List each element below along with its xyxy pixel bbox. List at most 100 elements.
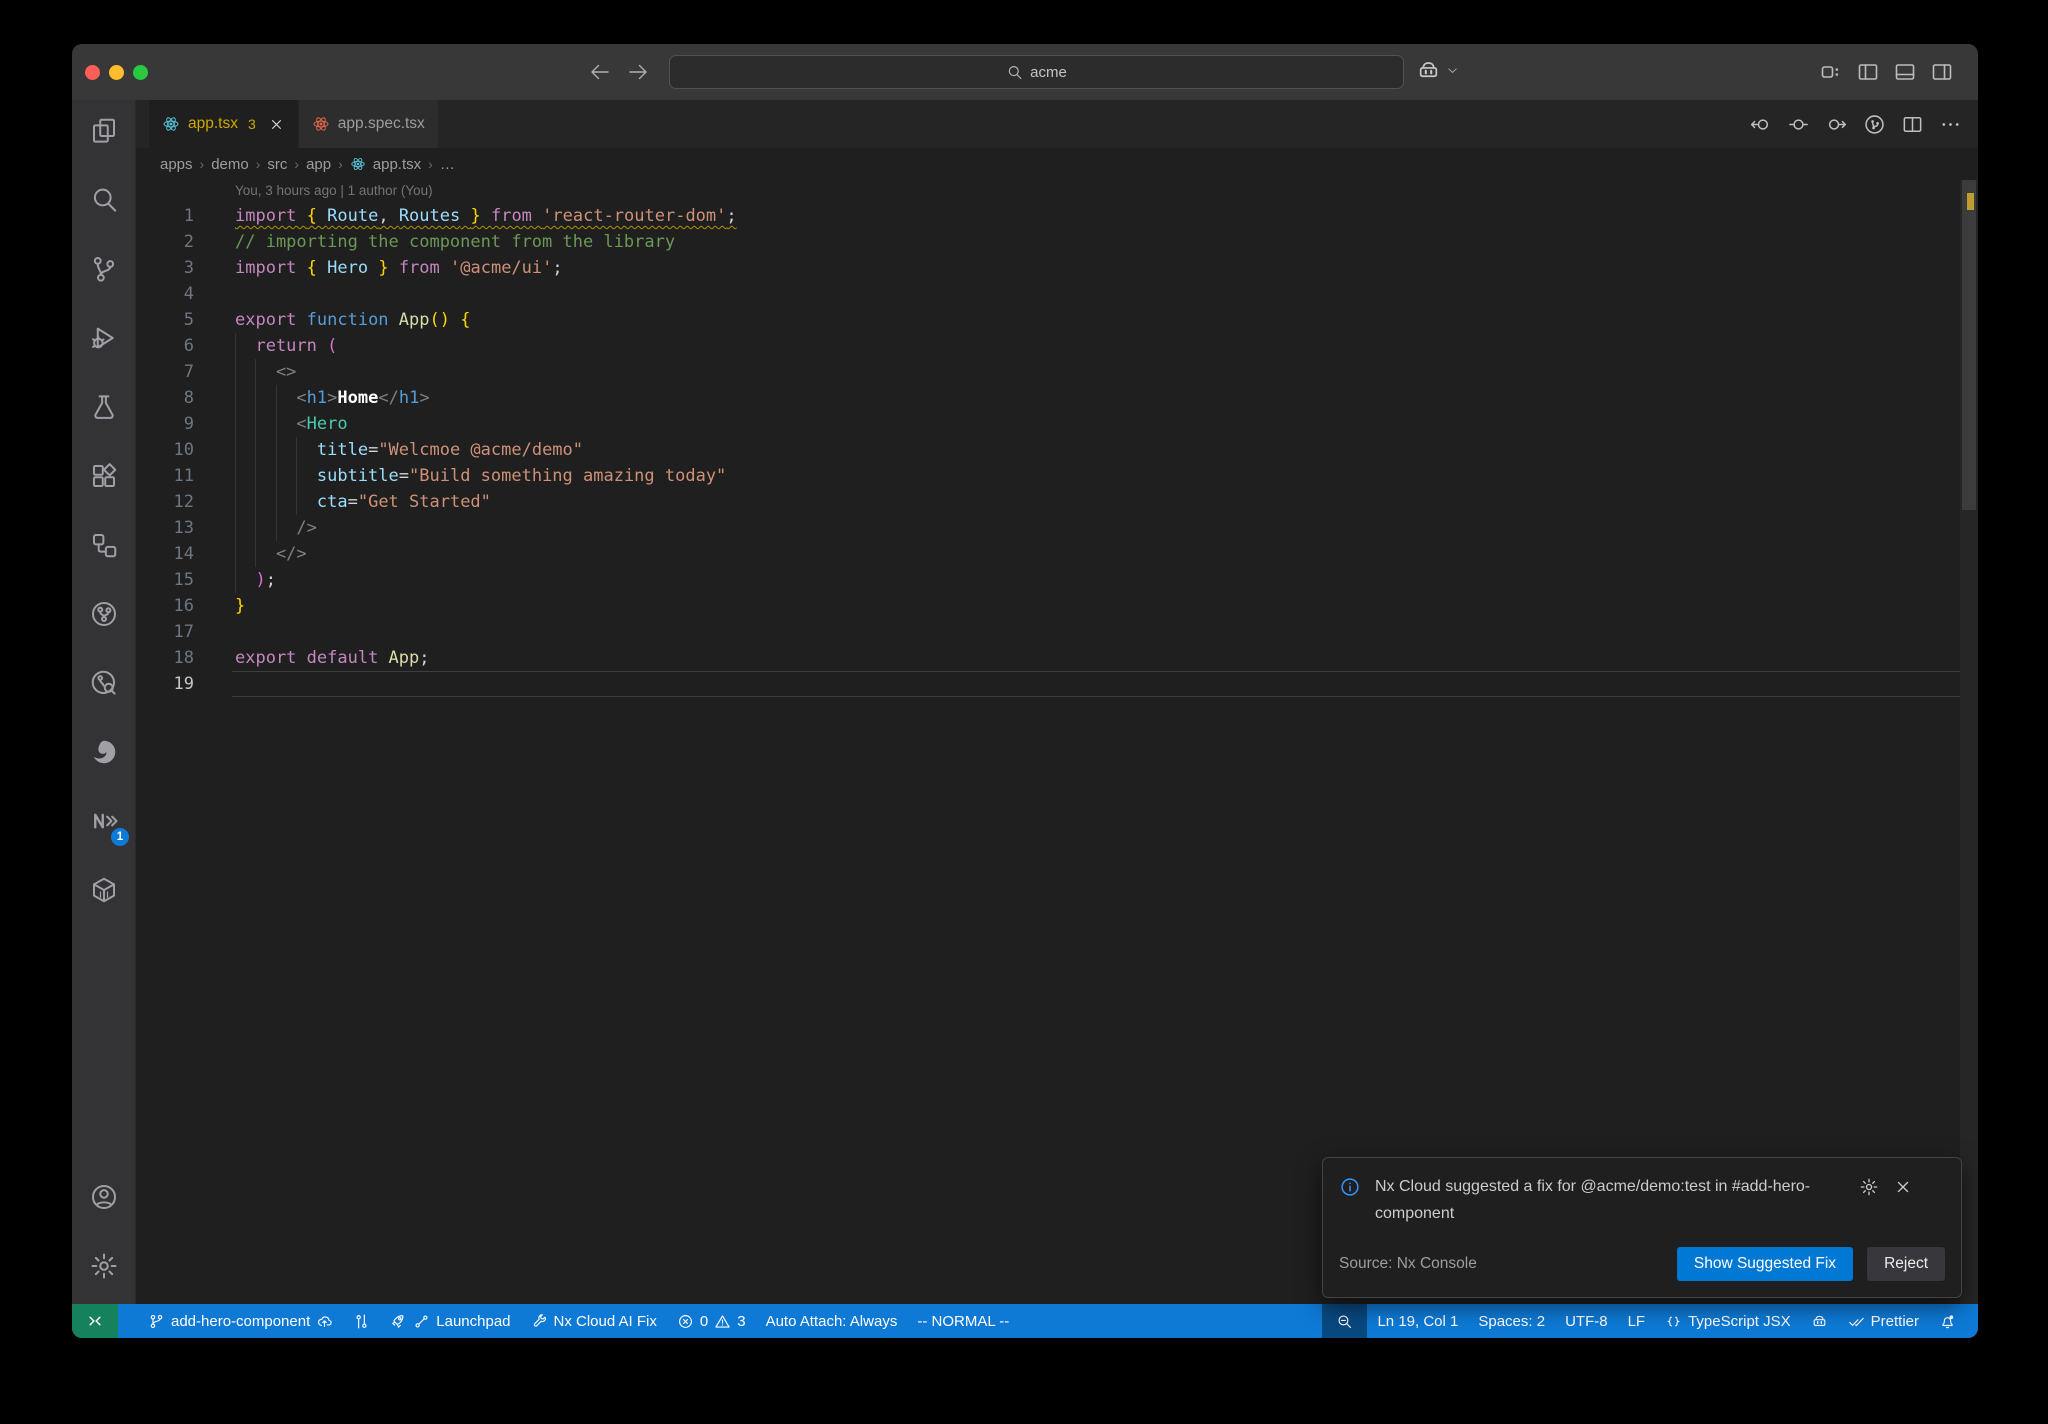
code-editor[interactable]: You, 3 hours ago | 1 author (You) 1 impor… [136,180,1978,1304]
activity-bar-item-extensions[interactable] [72,445,136,507]
breadcrumb-item[interactable]: apps [160,156,193,173]
code-line-7[interactable]: 7 <> [136,359,1960,385]
code-line-12[interactable]: 12 cta="Get Started" [136,489,1960,515]
activity-bar-item-project-structure[interactable] [72,514,136,576]
maximize-window-button[interactable] [133,65,148,80]
activity-bar-item-edge-tools[interactable] [72,721,136,783]
toggle-primary-sidebar-icon[interactable] [1856,60,1880,84]
prev-change-icon[interactable] [1749,113,1772,136]
copilot-status[interactable] [1801,1304,1838,1338]
scrollbar-track[interactable] [1960,180,1978,1304]
code-line-11[interactable]: 11 subtitle="Build something amazing toda… [136,463,1960,489]
reject-button[interactable]: Reject [1867,1247,1945,1281]
show-suggested-fix-button[interactable]: Show Suggested Fix [1676,1247,1854,1281]
line-number: 1 [183,206,194,226]
code-line-15[interactable]: 15); [136,567,1960,593]
gear-icon[interactable] [1859,1177,1879,1197]
indent-guide [235,541,236,567]
code-line-9[interactable]: 9 <Hero [136,411,1960,437]
git-branch-status[interactable]: add-hero-component [138,1304,343,1338]
indent-guide [235,515,236,541]
code-line-16[interactable]: 16} [136,593,1960,619]
status-label: Prettier [1870,1312,1919,1330]
code-line-19[interactable]: 19 [136,671,1960,697]
code-line-6[interactable]: 6 return ( [136,333,1960,359]
indent-guide [296,463,298,489]
activity-bar-item-settings[interactable] [72,1235,136,1297]
activity-bar-item-accounts[interactable] [72,1166,136,1228]
breadcrumb-item[interactable]: … [440,156,455,173]
more-actions-icon[interactable] [1939,113,1962,136]
graph-icon [353,1313,370,1330]
forward-icon[interactable] [626,60,650,84]
zoom-status[interactable] [1322,1304,1368,1338]
notifications-status[interactable] [1929,1304,1966,1338]
code-text: // importing the component from the libr… [235,232,676,252]
indent-guide [255,385,257,411]
toggle-secondary-sidebar-icon[interactable] [1930,60,1954,84]
auto-attach-status[interactable]: Auto Attach: Always [756,1304,908,1338]
code-line-3[interactable]: 3 import { Hero } from '@acme/ui'; [136,255,1960,281]
scrollbar-thumb[interactable] [1962,180,1976,510]
remote-indicator[interactable] [72,1304,118,1338]
code-line-5[interactable]: 5 export function App() { [136,307,1960,333]
eol-status[interactable]: LF [1618,1304,1656,1338]
gitlens-graph-circle-icon[interactable] [1863,113,1886,136]
breadcrumb-item[interactable]: demo [211,156,249,173]
problems-status[interactable]: 03 [667,1304,756,1338]
code-line-2[interactable]: 2 // importing the component from the lib… [136,229,1960,255]
next-change-icon[interactable] [1825,113,1848,136]
code-line-14[interactable]: 14 </> [136,541,1960,567]
language-status[interactable]: TypeScript JSX [1655,1304,1801,1338]
cursor-position-status[interactable]: Ln 19, Col 1 [1367,1304,1468,1338]
editor-group: app.tsx 3 app.spec.tsx apps › demo › src › app › a… [136,100,1978,1304]
code-line-1[interactable]: 1 import { Route, Routes } from 'react-ro… [136,203,1960,229]
activity-bar-item-containers[interactable] [72,859,136,921]
toggle-panel-icon[interactable] [1893,60,1917,84]
commit-graph-status[interactable] [343,1304,380,1338]
breadcrumb-item[interactable]: src [267,156,287,173]
code-line-17[interactable]: 17 [136,619,1960,645]
code-line-4[interactable]: 4 [136,281,1960,307]
close-window-button[interactable] [85,65,100,80]
split-editor-icon[interactable] [1901,113,1924,136]
status-label: LF [1627,1312,1646,1330]
formatter-status[interactable]: Prettier [1838,1304,1929,1338]
minimize-window-button[interactable] [109,65,124,80]
tab-app.tsx[interactable]: app.tsx 3 [149,100,299,148]
breadcrumb-item[interactable]: app.tsx [373,156,421,173]
activity-bar-item-run-debug[interactable] [72,307,136,369]
launchpad-status[interactable]: Launchpad [380,1304,520,1338]
close-icon[interactable] [1893,1177,1913,1197]
vim-mode-status[interactable]: -- NORMAL -- [907,1304,1019,1338]
back-icon[interactable] [588,60,612,84]
code-line-10[interactable]: 10 title="Welcmoe @acme/demo" [136,437,1960,463]
encoding-status[interactable]: UTF-8 [1555,1304,1618,1338]
activity-bar-item-source-control[interactable] [72,238,136,300]
activity-bar-item-nx-console[interactable]: 1 [72,790,136,852]
code-text: <Hero [296,414,348,434]
indentation-status[interactable]: Spaces: 2 [1468,1304,1555,1338]
code-line-8[interactable]: 8 <h1>Home</h1> [136,385,1960,411]
copilot-menu[interactable] [1416,58,1460,83]
activity-bar-item-testing[interactable] [72,376,136,438]
activity-bar-item-gitlens[interactable] [72,583,136,645]
search-icon [1006,64,1023,81]
customize-layout-icon[interactable] [1819,60,1843,84]
tab-label: app.spec.tsx [337,115,425,132]
code-line-18[interactable]: 18 export default App; [136,645,1960,671]
indent-guide [255,359,257,385]
nx-cloud-ai-fix-status[interactable]: Nx Cloud AI Fix [521,1304,667,1338]
change-icon[interactable] [1787,113,1810,136]
indent-guide [255,463,257,489]
code-line-13[interactable]: 13 /> [136,515,1960,541]
activity-bar-item-gitlens-search[interactable] [72,652,136,714]
activity-bar-item-search[interactable] [72,169,136,231]
activity-bar-item-explorer[interactable] [72,100,136,162]
tab-app.spec.tsx[interactable]: app.spec.tsx [298,100,439,148]
command-center-search[interactable]: acme [669,55,1404,89]
error-icon [677,1313,694,1330]
breadcrumb-item[interactable]: app [306,156,331,173]
close-icon[interactable] [268,116,285,133]
title-bar: acme [72,44,1978,100]
